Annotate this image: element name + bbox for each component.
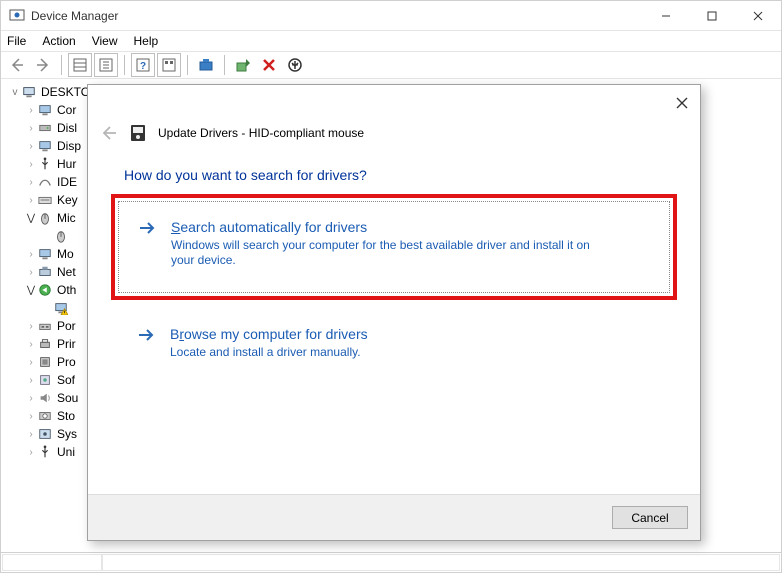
printer-icon	[37, 336, 53, 352]
option-search-automatically[interactable]: Search automatically for drivers Windows…	[118, 201, 670, 293]
cpu-icon	[37, 354, 53, 370]
port-icon	[37, 318, 53, 334]
usb-icon	[37, 156, 53, 172]
tree-item-label: Hur	[57, 157, 76, 171]
update-drivers-dialog: Update Drivers - HID-compliant mouse How…	[87, 84, 701, 541]
menu-bar: File Action View Help	[1, 31, 781, 51]
tree-item-label: Disp	[57, 139, 81, 153]
toolbar: ?	[1, 51, 781, 79]
option-browse-title: Browse my computer for drivers	[170, 325, 368, 343]
maximize-button[interactable]	[689, 1, 735, 31]
status-bar	[1, 552, 781, 572]
mouse-icon	[37, 210, 53, 226]
tree-item-label: Prir	[57, 337, 76, 351]
tree-item-label: Net	[57, 265, 76, 279]
dialog-back-button[interactable]	[98, 123, 118, 143]
tree-item-label: Por	[57, 319, 76, 333]
menu-help[interactable]: Help	[134, 34, 159, 48]
unknown-device-icon	[53, 300, 69, 316]
tree-item-label: Sto	[57, 409, 75, 423]
svg-text:?: ?	[140, 61, 146, 72]
menu-view[interactable]: View	[92, 34, 118, 48]
menu-file[interactable]: File	[7, 34, 26, 48]
title-bar: Device Manager	[1, 1, 781, 31]
view-button[interactable]	[157, 53, 181, 77]
tree-item-label: Disl	[57, 121, 77, 135]
drive-icon	[37, 120, 53, 136]
cable-icon	[37, 174, 53, 190]
mouse-icon	[53, 228, 69, 244]
update-driver-button[interactable]	[231, 53, 255, 77]
close-button[interactable]	[735, 1, 781, 31]
software-icon	[37, 372, 53, 388]
tree-item-label: Uni	[57, 445, 75, 459]
monitor-icon	[37, 246, 53, 262]
network-icon	[37, 264, 53, 280]
storage-icon	[37, 408, 53, 424]
cancel-button[interactable]: Cancel	[612, 506, 688, 529]
tree-item-label: Sys	[57, 427, 77, 441]
device-icon	[128, 123, 148, 143]
tree-item-label: Sof	[57, 373, 75, 387]
scan-hardware-button[interactable]	[194, 53, 218, 77]
system-icon	[37, 426, 53, 442]
monitor-icon	[37, 138, 53, 154]
properties-button[interactable]	[94, 53, 118, 77]
app-icon	[9, 8, 25, 24]
warning-icon	[37, 282, 53, 298]
keyboard-icon	[37, 192, 53, 208]
help-button[interactable]: ?	[131, 53, 155, 77]
minimize-button[interactable]	[643, 1, 689, 31]
dialog-title: Update Drivers - HID-compliant mouse	[158, 126, 364, 140]
window-title: Device Manager	[31, 9, 643, 23]
option-search-title: Search automatically for drivers	[171, 218, 601, 236]
tree-root-label: DESKTO	[41, 85, 90, 99]
disable-button[interactable]	[283, 53, 307, 77]
tree-item-label: Sou	[57, 391, 78, 405]
uninstall-button[interactable]	[257, 53, 281, 77]
option-browse-description: Locate and install a driver manually.	[170, 345, 368, 360]
computer-icon	[21, 84, 37, 100]
sound-icon	[37, 390, 53, 406]
option-search-description: Windows will search your computer for th…	[171, 238, 601, 268]
dialog-close-button[interactable]	[670, 91, 694, 115]
menu-action[interactable]: Action	[42, 34, 75, 48]
nav-forward-button[interactable]	[31, 53, 55, 77]
show-hide-tree-button[interactable]	[68, 53, 92, 77]
nav-back-button[interactable]	[5, 53, 29, 77]
dialog-question: How do you want to search for drivers?	[88, 145, 700, 201]
tree-item-label: Mo	[57, 247, 74, 261]
tree-item-label: Cor	[57, 103, 76, 117]
arrow-right-icon	[136, 325, 156, 345]
tree-item-label: Oth	[57, 283, 76, 297]
tree-item-label: IDE	[57, 175, 77, 189]
tree-item-label: Pro	[57, 355, 76, 369]
option-browse-computer[interactable]: Browse my computer for drivers Locate an…	[118, 309, 670, 384]
tree-item-label: Mic	[57, 211, 76, 225]
monitor-icon	[37, 102, 53, 118]
arrow-right-icon	[137, 218, 157, 238]
usb-icon	[37, 444, 53, 460]
tree-item-label: Key	[57, 193, 78, 207]
